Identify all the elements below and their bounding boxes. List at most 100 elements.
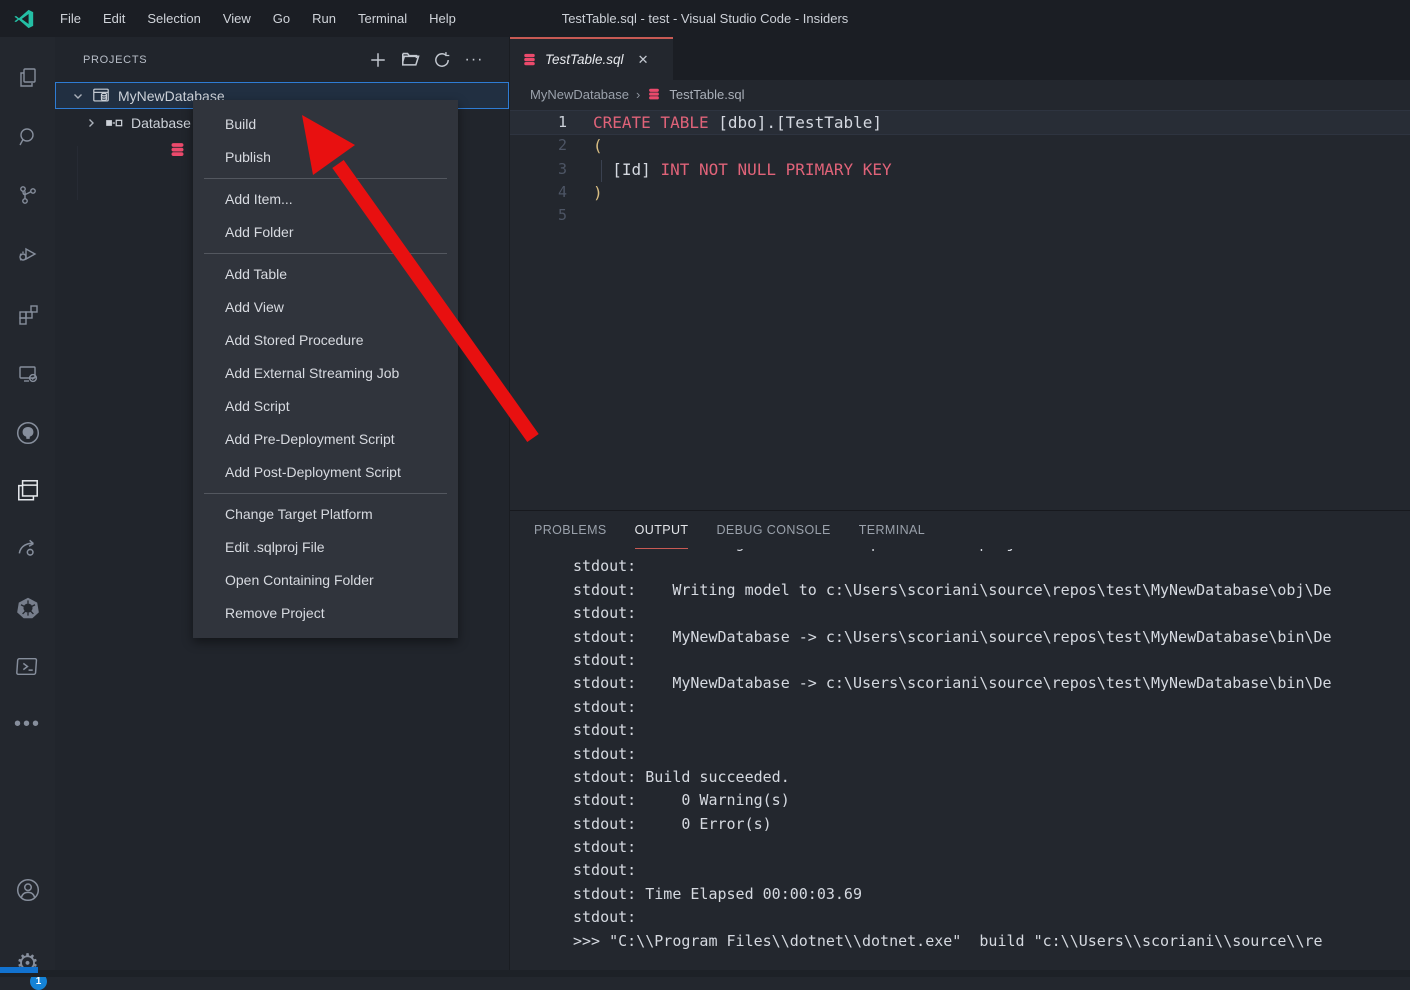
menu-item-add-script[interactable]: Add Script: [193, 390, 458, 423]
breadcrumb-separator: ›: [636, 87, 640, 102]
sql-database-icon: [168, 141, 186, 159]
output-line: stdout:: [573, 906, 1410, 929]
menu-item-add-view[interactable]: Add View: [193, 291, 458, 324]
title-bar: File Edit Selection View Go Run Terminal…: [0, 0, 1410, 37]
menu-item-add-table[interactable]: Add Table: [193, 258, 458, 291]
output-line: stdout: MyNewDatabase -> c:\Users\scoria…: [573, 626, 1410, 649]
more-actions-icon[interactable]: ···: [461, 47, 487, 73]
code-line: 2 (: [510, 134, 1410, 157]
menu-selection[interactable]: Selection: [136, 0, 211, 37]
tab-testtable-sql[interactable]: TestTable.sql ✕: [510, 37, 673, 80]
output-line: stdout:: [573, 696, 1410, 719]
menu-file[interactable]: File: [49, 0, 92, 37]
breadcrumb-project[interactable]: MyNewDatabase: [530, 87, 629, 102]
output-line: stdout: MyNewDatabase -> c:\Users\scoria…: [573, 672, 1410, 695]
close-icon[interactable]: ✕: [634, 50, 653, 70]
menu-view[interactable]: View: [212, 0, 262, 37]
code-line: 5: [510, 204, 1410, 227]
open-folder-icon[interactable]: [397, 47, 423, 73]
menu-item-add-item[interactable]: Add Item...: [193, 183, 458, 216]
explorer-icon[interactable]: [0, 54, 55, 102]
output-line: stdout:: [573, 743, 1410, 766]
status-bar: [0, 970, 1410, 977]
output-line: stdout:: [573, 602, 1410, 625]
tab-output[interactable]: OUTPUT: [635, 511, 689, 549]
tab-debug-console[interactable]: DEBUG CONSOLE: [716, 511, 830, 549]
bottom-panel: PROBLEMS OUTPUT DEBUG CONSOLE TERMINAL s…: [510, 510, 1410, 970]
menu-separator: [204, 253, 447, 254]
panel-tab-bar: PROBLEMS OUTPUT DEBUG CONSOLE TERMINAL: [510, 511, 1410, 549]
chevron-down-icon[interactable]: [70, 88, 86, 104]
powershell-icon[interactable]: [0, 642, 55, 690]
menu-edit[interactable]: Edit: [92, 0, 136, 37]
menu-separator: [204, 178, 447, 179]
line-number: 5: [510, 204, 567, 227]
output-line: stdout:: [573, 719, 1410, 742]
breadcrumb: MyNewDatabase › TestTable.sql: [510, 80, 1410, 108]
menu-item-open-containing-folder[interactable]: Open Containing Folder: [193, 564, 458, 597]
output-line: stdout: 0 Warning(s): [573, 789, 1410, 812]
menu-separator: [204, 493, 447, 494]
output-line: stdout: 0 Error(s): [573, 813, 1410, 836]
menu-item-add-folder[interactable]: Add Folder: [193, 216, 458, 249]
line-number: 4: [510, 181, 567, 204]
output-line: stdout: Build succeeded.: [573, 766, 1410, 789]
output-log[interactable]: stdout: Creating a model to represent th…: [510, 549, 1410, 970]
output-line: stdout:: [573, 836, 1410, 859]
more-views-icon[interactable]: •••: [0, 700, 55, 748]
live-share-icon[interactable]: [0, 525, 55, 573]
remote-explorer-icon[interactable]: [0, 350, 55, 398]
menu-item-add-stored-procedure[interactable]: Add Stored Procedure: [193, 324, 458, 357]
output-line: stdout:: [573, 859, 1410, 882]
run-debug-icon[interactable]: [0, 230, 55, 278]
sidebar-header: PROJECTS ···: [55, 37, 509, 82]
menu-item-change-target-platform[interactable]: Change Target Platform: [193, 498, 458, 531]
tab-label: TestTable.sql: [545, 52, 624, 67]
editor-tab-bar: TestTable.sql ✕: [510, 37, 1410, 80]
source-control-icon[interactable]: [0, 171, 55, 219]
tab-terminal[interactable]: TERMINAL: [859, 511, 925, 549]
statusbar-remote-indicator[interactable]: [0, 967, 38, 973]
menu-item-publish[interactable]: Publish: [193, 141, 458, 174]
settings-gear-icon[interactable]: ⚙ 1: [0, 940, 55, 988]
refresh-icon[interactable]: [429, 47, 455, 73]
add-project-icon[interactable]: [365, 47, 391, 73]
database-projects-icon[interactable]: [0, 466, 55, 514]
editor-group: TestTable.sql ✕ MyNewDatabase › TestTabl…: [510, 37, 1410, 510]
account-icon[interactable]: [0, 866, 55, 914]
extensions-icon[interactable]: [0, 290, 55, 338]
menu-go[interactable]: Go: [262, 0, 301, 37]
breadcrumb-file[interactable]: TestTable.sql: [669, 87, 744, 102]
menu-help[interactable]: Help: [418, 0, 467, 37]
menu-item-edit-sqlproj[interactable]: Edit .sqlproj File: [193, 531, 458, 564]
line-number: 2: [510, 134, 567, 157]
search-icon[interactable]: [0, 113, 55, 161]
output-line: stdout: Writing model to c:\Users\scoria…: [573, 579, 1410, 602]
code-line: 4 ): [510, 181, 1410, 204]
chevron-right-icon[interactable]: [83, 115, 99, 131]
output-line: >>> "C:\\Program Files\\dotnet\\dotnet.e…: [573, 930, 1410, 953]
menu-item-build[interactable]: Build: [193, 108, 458, 141]
code-line: 3 [Id] INT NOT NULL PRIMARY KEY: [510, 158, 1410, 181]
panel-title: PROJECTS: [83, 54, 365, 66]
sql-database-icon: [522, 52, 537, 67]
indent-guide: [601, 160, 602, 182]
kubernetes-icon[interactable]: [0, 584, 55, 632]
vscode-insiders-logo: [13, 8, 35, 30]
code-line: 1 CREATE TABLE [dbo].[TestTable]: [510, 111, 1410, 134]
menu-item-add-external-streaming-job[interactable]: Add External Streaming Job: [193, 357, 458, 390]
code-editor[interactable]: 1 CREATE TABLE [dbo].[TestTable] 2 ( 3 […: [510, 108, 1410, 510]
database-project-icon: [92, 87, 110, 105]
menu-item-add-pre-deployment-script[interactable]: Add Pre-Deployment Script: [193, 423, 458, 456]
output-line: stdout: Time Elapsed 00:00:03.69: [573, 883, 1410, 906]
tab-problems[interactable]: PROBLEMS: [534, 511, 607, 549]
menu-run[interactable]: Run: [301, 0, 347, 37]
line-number: 3: [510, 158, 567, 181]
sql-database-icon: [647, 86, 663, 102]
github-icon[interactable]: [0, 409, 55, 457]
line-number: 1: [510, 111, 567, 134]
menu-terminal[interactable]: Terminal: [347, 0, 418, 37]
output-line: stdout:: [573, 649, 1410, 672]
menu-item-add-post-deployment-script[interactable]: Add Post-Deployment Script: [193, 456, 458, 489]
menu-item-remove-project[interactable]: Remove Project: [193, 597, 458, 630]
